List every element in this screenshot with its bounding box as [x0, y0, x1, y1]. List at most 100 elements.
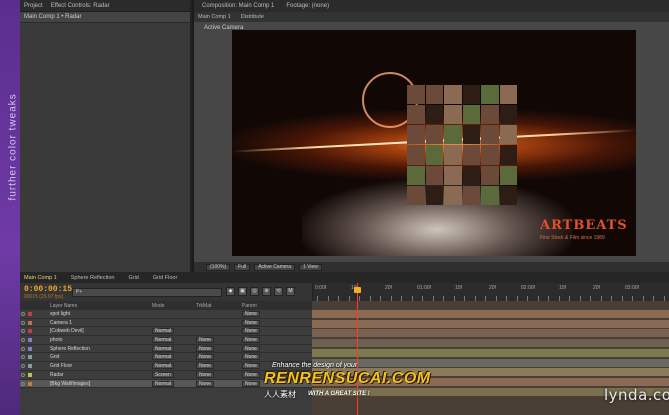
tab-effect-controls[interactable]: Effect Controls: Radar: [51, 3, 110, 9]
layer-row[interactable]: spot light None: [20, 310, 312, 319]
layer-name[interactable]: Camera 1: [50, 320, 72, 326]
label-color-swatch[interactable]: [28, 312, 32, 316]
tab-composition[interactable]: Composition: Main Comp 1: [202, 3, 274, 9]
parent-dropdown[interactable]: None: [242, 345, 260, 352]
playhead-handle[interactable]: [354, 287, 361, 293]
visibility-eye-icon[interactable]: [21, 312, 25, 316]
visibility-eye-icon[interactable]: [21, 355, 25, 360]
layer-name[interactable]: [Bkg Wall/Images]: [50, 381, 90, 387]
layer-name[interactable]: Sphere Reflection: [50, 346, 90, 352]
visibility-eye-icon[interactable]: [21, 381, 25, 386]
composition-panel: Composition: Main Comp 1 Footage: (none)…: [194, 0, 669, 272]
mode-dropdown[interactable]: Normal: [152, 328, 175, 335]
mode-dropdown[interactable]: Normal: [152, 380, 175, 387]
label-color-swatch[interactable]: [28, 364, 32, 369]
trkmat-dropdown[interactable]: None: [196, 380, 214, 387]
column-layer-name[interactable]: Layer Name: [50, 303, 77, 309]
artbeats-logo: ARTBEATS: [540, 218, 628, 233]
frame-blend-icon[interactable]: ▣: [238, 287, 247, 296]
label-color-swatch[interactable]: [28, 381, 32, 386]
subtab-distribute[interactable]: Distribute: [241, 14, 264, 20]
parent-dropdown[interactable]: None: [242, 328, 260, 335]
tab-main-comp[interactable]: Main Comp 1: [24, 275, 57, 281]
layer-duration-bar[interactable]: [312, 339, 669, 348]
layer-row[interactable]: Sphere Reflection Normal None None: [20, 344, 312, 354]
camera-dropdown[interactable]: Active Camera: [254, 263, 295, 271]
mode-dropdown[interactable]: Normal: [152, 363, 175, 370]
label-color-swatch[interactable]: [28, 355, 32, 360]
trkmat-dropdown[interactable]: None: [196, 337, 214, 344]
column-trkmat[interactable]: TrkMat: [196, 303, 211, 309]
watermark-sub: WITH A GREAT SITE !: [308, 391, 370, 397]
trkmat-dropdown[interactable]: None: [196, 354, 214, 361]
column-parent[interactable]: Parent: [242, 303, 257, 309]
visibility-eye-icon[interactable]: [21, 372, 25, 377]
mode-dropdown[interactable]: Normal: [152, 337, 175, 344]
after-effects-window: further color tweaks Project Effect Cont…: [0, 0, 669, 415]
parent-dropdown[interactable]: None: [242, 380, 260, 387]
layer-row[interactable]: [Cobweb Devil] Normal None: [20, 327, 312, 337]
tab-project[interactable]: Project: [24, 3, 43, 9]
current-timecode[interactable]: 0:00:00:15: [24, 285, 72, 294]
parent-dropdown[interactable]: None: [242, 319, 260, 326]
layer-search-input[interactable]: P+: [72, 288, 222, 297]
marker-icon[interactable]: M: [286, 287, 295, 296]
renrensucai-watermark: Enhance the design of your RENRENSUCAI.C…: [262, 362, 430, 406]
tiled-cube-object: [407, 85, 517, 205]
time-ruler[interactable]: 0:00f 10f 20f 01:00f 10f 20f 02:00f 10f …: [312, 283, 669, 301]
layer-duration-bar[interactable]: [312, 310, 669, 318]
layer-duration-bar[interactable]: [312, 319, 669, 328]
parent-dropdown[interactable]: None: [242, 354, 260, 361]
parent-dropdown[interactable]: None: [242, 363, 260, 370]
subtab-main-comp[interactable]: Main Comp 1: [198, 14, 231, 20]
layer-name[interactable]: photo: [50, 337, 63, 343]
tab-sphere-reflection[interactable]: Sphere Reflection: [71, 275, 115, 281]
left-panel-tabbar: Project Effect Controls: Radar: [20, 0, 190, 12]
motion-blur-icon[interactable]: ◎: [250, 287, 259, 296]
layer-row[interactable]: Grid Normal None None: [20, 353, 312, 363]
trkmat-dropdown[interactable]: None: [196, 371, 214, 378]
column-mode[interactable]: Mode: [152, 303, 165, 309]
label-color-swatch[interactable]: [28, 338, 32, 343]
layer-name[interactable]: Grid Floor: [50, 363, 72, 369]
trkmat-dropdown[interactable]: None: [196, 345, 214, 352]
label-color-swatch[interactable]: [28, 346, 32, 351]
trkmat-dropdown[interactable]: None: [196, 363, 214, 370]
visibility-eye-icon[interactable]: [21, 346, 25, 351]
mode-dropdown[interactable]: Normal: [152, 354, 175, 361]
effect-controls-subheader: Main Comp 1 • Radar: [20, 12, 190, 23]
visibility-eye-icon[interactable]: [21, 320, 25, 325]
visibility-eye-icon[interactable]: [21, 338, 25, 343]
resolution-dropdown[interactable]: Full: [234, 263, 251, 271]
layer-duration-bar[interactable]: [312, 348, 669, 357]
label-color-swatch[interactable]: [28, 320, 32, 325]
visibility-eye-icon[interactable]: [21, 364, 25, 369]
ruler-label: 0:00f: [315, 285, 327, 291]
layer-name[interactable]: [Cobweb Devil]: [50, 328, 84, 334]
ruler-label: 02:00f: [521, 285, 535, 291]
keyframe-icon[interactable]: ◆: [226, 287, 235, 296]
label-color-swatch[interactable]: [28, 329, 32, 334]
label-color-swatch[interactable]: [28, 372, 32, 377]
graph-editor-icon[interactable]: ⟲: [274, 287, 283, 296]
layer-row[interactable]: photo Normal None None: [20, 336, 312, 345]
parent-dropdown[interactable]: None: [242, 337, 260, 344]
layer-row[interactable]: Camera 1 None: [20, 318, 312, 328]
zoom-dropdown[interactable]: (100%): [206, 263, 231, 271]
layer-duration-bar[interactable]: [312, 329, 669, 338]
tab-grid[interactable]: Grid: [128, 275, 138, 281]
mode-dropdown[interactable]: Screen: [152, 371, 174, 378]
ruler-label: 03:00f: [625, 285, 639, 291]
tab-footage[interactable]: Footage: (none): [286, 3, 329, 9]
views-dropdown[interactable]: 1 View: [298, 263, 322, 271]
tab-grid-floor[interactable]: Grid Floor: [153, 275, 177, 281]
visibility-eye-icon[interactable]: [21, 329, 25, 334]
layer-name[interactable]: Radar: [50, 372, 64, 378]
layer-name[interactable]: Grid: [50, 354, 59, 360]
draft-3d-icon[interactable]: ⊕: [262, 287, 271, 296]
parent-dropdown[interactable]: None: [242, 371, 260, 378]
layer-name[interactable]: spot light: [50, 311, 70, 317]
parent-dropdown[interactable]: None: [242, 311, 260, 317]
mode-dropdown[interactable]: Normal: [152, 345, 175, 352]
composition-viewer[interactable]: ARTBEATS Fine Stock & Film since 1989: [232, 30, 636, 256]
